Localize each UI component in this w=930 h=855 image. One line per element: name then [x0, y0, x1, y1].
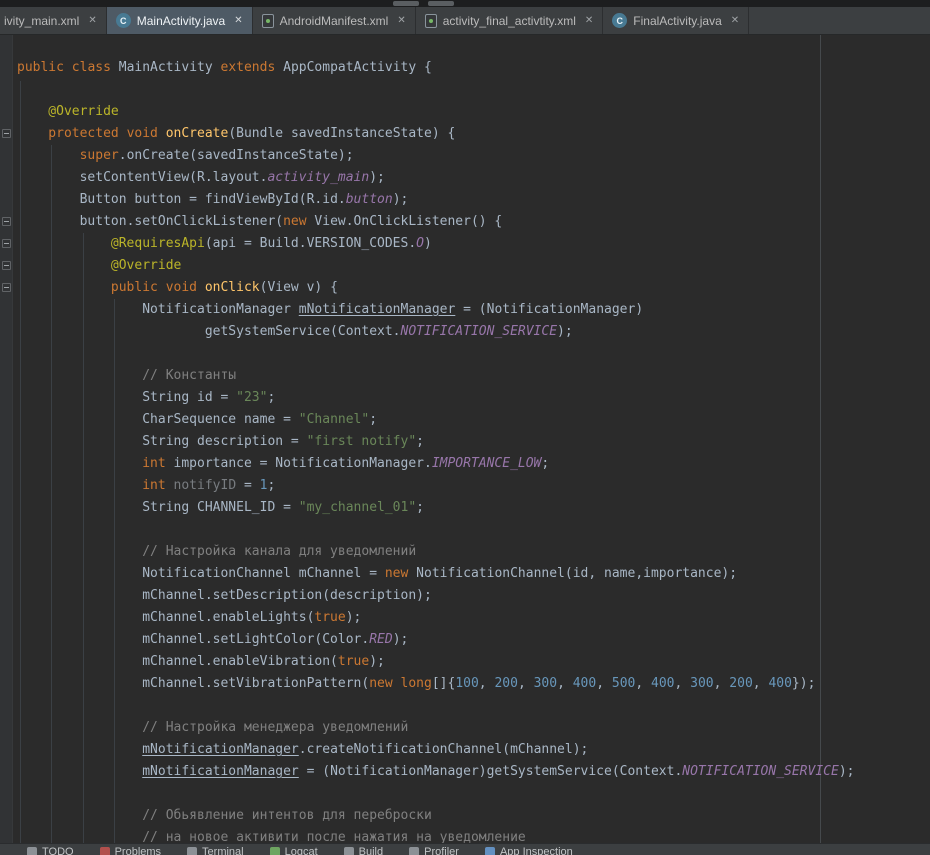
toolwindow-button-build[interactable]: Build	[331, 844, 396, 855]
tab-label: ivity_main.xml	[4, 14, 79, 28]
fold-marker-icon[interactable]	[2, 283, 11, 292]
code-line: mNotificationManager.createNotificationC…	[17, 739, 930, 761]
fold-marker-icon[interactable]	[2, 129, 11, 138]
code-line	[17, 343, 930, 365]
toolwindow-button-label: TODO	[42, 846, 74, 855]
profiler-icon	[409, 847, 419, 855]
code-line: @Override	[17, 101, 930, 123]
toolwindow-button-label: Profiler	[424, 846, 459, 855]
code-line: mChannel.setDescription(description);	[17, 585, 930, 607]
close-icon[interactable]: ✕	[585, 15, 593, 26]
class-icon: C	[116, 13, 131, 28]
android-studio-window: ivity_main.xml✕CMainActivity.java✕Androi…	[0, 0, 930, 855]
toolbar-strip	[0, 0, 930, 7]
code-line: public class MainActivity extends AppCom…	[17, 57, 930, 79]
close-icon[interactable]: ✕	[88, 15, 96, 26]
editor-tab[interactable]: ivity_main.xml ✕	[0, 7, 107, 34]
close-icon[interactable]: ✕	[397, 15, 405, 26]
statusbar: TODO Problems Terminal Logcat Build Profiler A…	[0, 843, 930, 855]
code-line: getSystemService(Context.NOTIFICATION_SE…	[17, 321, 930, 343]
code-line: mChannel.setVibrationPattern(new long[]{…	[17, 673, 930, 695]
toolwindow-button-problems[interactable]: Problems	[87, 844, 174, 855]
code-line: // Настройка менеджера уведомлений	[17, 717, 930, 739]
code-line	[17, 783, 930, 805]
toolwindow-button-app-inspection[interactable]: App Inspection	[472, 844, 586, 855]
code-line: String id = "23";	[17, 387, 930, 409]
close-icon[interactable]: ✕	[731, 15, 739, 26]
editor-tab[interactable]: C FinalActivity.java ✕	[603, 7, 749, 34]
code-line: CharSequence name = "Channel";	[17, 409, 930, 431]
code-line: protected void onCreate(Bundle savedInst…	[17, 123, 930, 145]
build-icon	[344, 847, 354, 855]
toolwindow-button-terminal[interactable]: Terminal	[174, 844, 257, 855]
tab-label: activity_final_activtity.xml	[443, 14, 576, 28]
problems-icon	[100, 847, 110, 855]
xml-file-icon	[262, 14, 274, 28]
code-line	[17, 79, 930, 101]
code-line: @Override	[17, 255, 930, 277]
toolwindow-button-profiler[interactable]: Profiler	[396, 844, 472, 855]
toolbar-fragment	[393, 1, 419, 6]
code-line: mChannel.setLightColor(Color.RED);	[17, 629, 930, 651]
toolwindow-button-logcat[interactable]: Logcat	[257, 844, 331, 855]
toolwindow-button-label: Problems	[115, 846, 161, 855]
code-lines: public class MainActivity extends AppCom…	[13, 35, 930, 843]
todo-icon	[27, 847, 37, 855]
tab-label: AndroidManifest.xml	[280, 14, 389, 28]
code-line: button.setOnClickListener(new View.OnCli…	[17, 211, 930, 233]
code-line: NotificationChannel mChannel = new Notif…	[17, 563, 930, 585]
app-inspection-icon	[485, 847, 495, 855]
tab-label: MainActivity.java	[137, 14, 225, 28]
code-line: setContentView(R.layout.activity_main);	[17, 167, 930, 189]
code-line: // Обьявление интентов для переброски	[17, 805, 930, 827]
toolwindow-button-label: App Inspection	[500, 846, 573, 855]
editor-gutter	[0, 35, 13, 843]
code-line: super.onCreate(savedInstanceState);	[17, 145, 930, 167]
code-line: NotificationManager mNotificationManager…	[17, 299, 930, 321]
code-area[interactable]: public class MainActivity extends AppCom…	[13, 35, 930, 843]
tab-label: FinalActivity.java	[633, 14, 721, 28]
editor-tabbar: ivity_main.xml✕CMainActivity.java✕Androi…	[0, 7, 930, 35]
toolbar-fragment	[428, 1, 454, 6]
editor-tab[interactable]: C MainActivity.java ✕	[107, 7, 253, 34]
logcat-icon	[270, 847, 280, 855]
class-icon: C	[612, 13, 627, 28]
code-line: Button button = findViewById(R.id.button…	[17, 189, 930, 211]
code-line	[17, 519, 930, 541]
code-line: // Константы	[17, 365, 930, 387]
toolwindow-button-label: Terminal	[202, 846, 244, 855]
code-line: int notifyID = 1;	[17, 475, 930, 497]
code-line: mChannel.enableLights(true);	[17, 607, 930, 629]
code-line	[17, 695, 930, 717]
close-icon[interactable]: ✕	[234, 15, 242, 26]
code-line: @RequiresApi(api = Build.VERSION_CODES.O…	[17, 233, 930, 255]
editor-tab[interactable]: activity_final_activtity.xml ✕	[416, 7, 604, 34]
terminal-icon	[187, 847, 197, 855]
editor-tab[interactable]: AndroidManifest.xml ✕	[253, 7, 416, 34]
toolwindow-button-todo[interactable]: TODO	[14, 844, 87, 855]
code-line: mChannel.enableVibration(true);	[17, 651, 930, 673]
code-line: // Настройка канала для уведомлений	[17, 541, 930, 563]
code-line: String description = "first notify";	[17, 431, 930, 453]
code-line: public void onClick(View v) {	[17, 277, 930, 299]
editor-area: public class MainActivity extends AppCom…	[0, 35, 930, 843]
fold-marker-icon[interactable]	[2, 261, 11, 270]
toolwindow-button-label: Logcat	[285, 846, 318, 855]
toolwindow-button-label: Build	[359, 846, 383, 855]
fold-marker-icon[interactable]	[2, 239, 11, 248]
fold-marker-icon[interactable]	[2, 217, 11, 226]
xml-file-icon	[425, 14, 437, 28]
code-line: int importance = NotificationManager.IMP…	[17, 453, 930, 475]
code-line: // на новое активити после нажатия на ув…	[17, 827, 930, 843]
code-line: String CHANNEL_ID = "my_channel_01";	[17, 497, 930, 519]
code-line: mNotificationManager = (NotificationMana…	[17, 761, 930, 783]
